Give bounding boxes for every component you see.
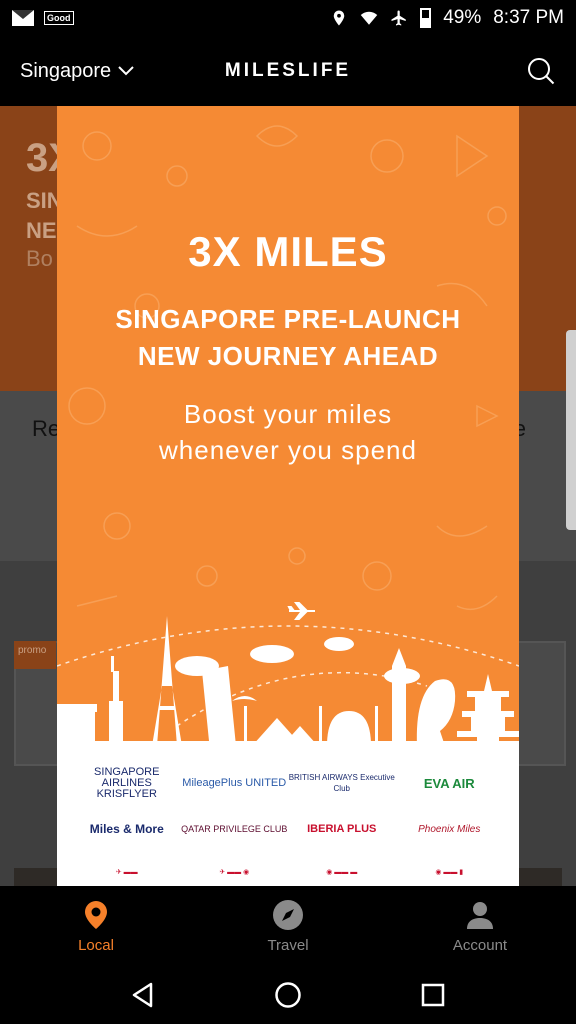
status-bar: Good 49% 8:37 PM (0, 0, 576, 36)
popup-subtitle-line2: NEW JOURNEY AHEAD (137, 341, 439, 371)
compass-icon (273, 899, 303, 930)
partner-logo-small: ◉ ▬▬ ▮ (435, 868, 464, 876)
background-hero-text: Bo (26, 246, 53, 271)
location-label: Singapore (20, 59, 112, 82)
nav-local[interactable]: Local (0, 886, 192, 966)
nav-account[interactable]: Account (384, 886, 576, 966)
back-icon[interactable] (129, 981, 157, 1009)
recents-icon[interactable] (419, 981, 447, 1009)
search-icon[interactable] (526, 56, 556, 86)
partner-logo: SINGAPORE AIRLINES KRISFLYER (94, 765, 160, 800)
partner-logo: MileagePlus UNITED (182, 776, 287, 789)
app-bar: Singapore MILESLIFE (0, 36, 576, 106)
partner-logos: SINGAPORE AIRLINES KRISFLYER MileagePlus… (57, 746, 519, 886)
screen: Good 49% 8:37 PM Singapore MILESLIFE 3X … (0, 0, 576, 1024)
nav-account-label: Account (452, 936, 508, 954)
popup-tagline-line1: Boost your miles (183, 399, 393, 429)
location-selector[interactable]: Singapore (20, 60, 135, 83)
background-section-text: Re (32, 416, 61, 441)
clock: 8:37 PM (493, 7, 564, 28)
nav-travel-label: Travel (267, 936, 309, 954)
chevron-down-icon (118, 66, 134, 76)
popup-title: 3X MILES (188, 228, 388, 275)
partner-logo: QATAR PRIVILEGE CLUB (181, 823, 288, 834)
popup-subtitle: SINGAPORE PRE-LAUNCH NEW JOURNEY AHEAD (57, 301, 519, 375)
location-icon (333, 10, 345, 26)
airplane-mode-icon (391, 10, 406, 26)
system-nav-bar (0, 966, 576, 1024)
partner-logo: IBERIA PLUS (307, 822, 377, 835)
home-icon[interactable] (274, 981, 302, 1009)
good-icon: Good (44, 11, 74, 25)
nav-local-label: Local (78, 936, 114, 954)
side-drawer-handle[interactable] (566, 330, 576, 530)
partner-logo: BRITISH AIRWAYS Executive Club (288, 773, 395, 793)
person-icon (467, 901, 493, 929)
wifi-icon (360, 11, 378, 25)
popup-tagline-line2: whenever you spend (159, 435, 417, 465)
battery-percent: 49% (443, 7, 482, 28)
partner-logo-small: ✈ ▬▬ ◉ (219, 868, 250, 876)
popup-subtitle-line1: SINGAPORE PRE-LAUNCH (115, 304, 461, 334)
nav-travel[interactable]: Travel (192, 886, 384, 966)
partner-logo: EVA AIR (423, 775, 475, 791)
bottom-nav: Local Travel Account (0, 886, 576, 966)
battery-icon (420, 8, 432, 28)
popup-tagline: Boost your miles whenever you spend (57, 396, 519, 468)
partner-logo-small: ◉ ▬▬ ▬ (326, 868, 358, 876)
partner-logo: Phoenix Miles (418, 823, 481, 835)
location-pin-icon (85, 900, 107, 929)
partner-logo-small: ✈ ▬▬ (115, 868, 138, 876)
mail-icon (12, 10, 34, 26)
promo-badge: promo (14, 641, 56, 669)
partner-logo: Miles & More (89, 821, 164, 836)
promo-popup[interactable]: 3X MILES SINGAPORE PRE-LAUNCH NEW JOURNE… (57, 106, 519, 886)
world-landmarks-skyline (57, 616, 519, 746)
